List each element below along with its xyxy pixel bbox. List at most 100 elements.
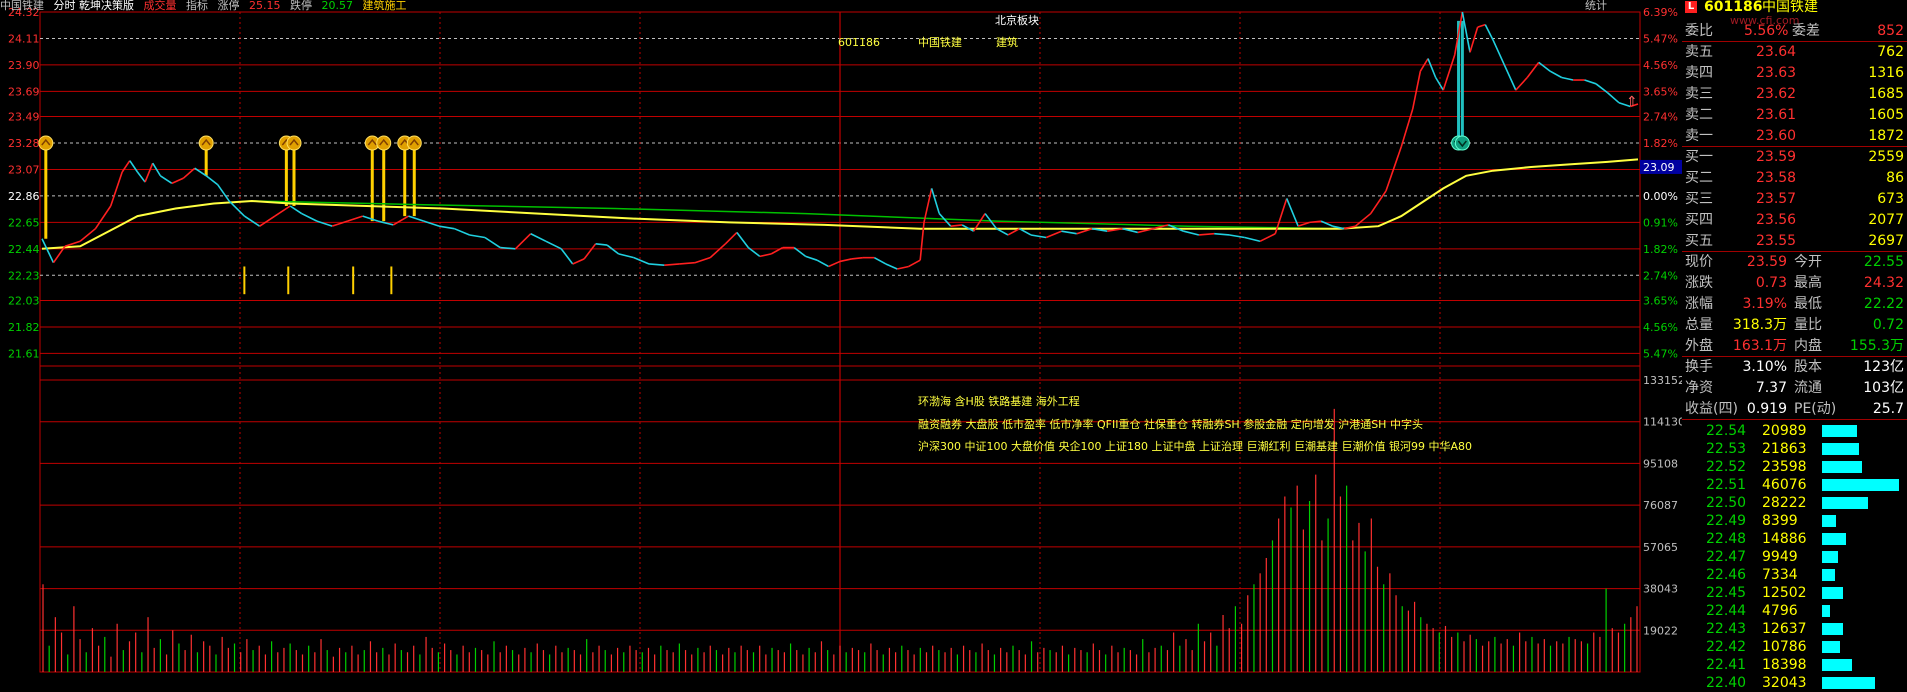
percent-axis: 6.39% 5.47% 4.56% 3.65% 2.74% 1.82% 0.91% 0.00%…	[1640, 6, 1682, 637]
ladder-price: 22.40	[1706, 675, 1747, 691]
ask-row[interactable]: 卖三 23.62 1685	[1682, 84, 1907, 105]
price-segment	[1400, 108, 1414, 148]
price-segment	[679, 261, 695, 265]
concept-line-2: 融资融券 大盘股 低市盈率 低市净率 QFII重仓 社保重仓 转融券SH 参股金…	[918, 417, 1423, 431]
percent-tick-label: 0.91%	[1643, 216, 1678, 229]
bid-price: 23.59	[1756, 149, 1797, 165]
price-tick-label: 23.90	[8, 59, 40, 72]
ladder-bar	[1822, 533, 1846, 545]
price-segment	[454, 227, 470, 236]
percent-tick-label: 0.00%	[1643, 190, 1678, 203]
price-volume-row: 22.43 12637	[1682, 620, 1907, 638]
quote-value-2: 155.3万	[1849, 338, 1904, 354]
signal-markers	[38, 20, 1470, 295]
header-chart-title[interactable]: 分时 乾坤决策版	[54, 0, 135, 12]
price-segment	[694, 256, 711, 264]
ladder-volume: 8399	[1762, 513, 1798, 529]
ladder-bar	[1822, 551, 1838, 563]
price-tick-label: 23.69	[8, 85, 40, 98]
ladder-bar	[1822, 515, 1836, 527]
price-segment	[423, 220, 440, 227]
price-volume-row: 22.51 46076	[1682, 476, 1907, 494]
quote-value-2: 24.32	[1863, 275, 1904, 291]
price-segment	[136, 171, 146, 183]
price-axis: 24.3224.1123.9023.6923.4923.2823.0722.86…	[8, 6, 40, 360]
quote-value: 163.1万	[1732, 338, 1787, 354]
price-segment	[1244, 236, 1261, 243]
ladder-bar	[1822, 587, 1843, 599]
ladder-bar	[1822, 569, 1835, 581]
price-segment	[94, 205, 112, 230]
bid-row[interactable]: 买三 23.57 673	[1682, 189, 1907, 210]
quote-row: 现价 23.59 今开 22.55	[1682, 252, 1907, 273]
fundamental-row: 净资 7.37 流通 103亿	[1682, 378, 1907, 399]
price-segment	[259, 215, 276, 227]
weibi-row: 委比 5.56% 委差 852	[1682, 21, 1907, 42]
header-limit-up-label: 涨停	[217, 0, 240, 12]
header-indicator-label[interactable]: 指标	[186, 0, 208, 12]
bid-row[interactable]: 买四 23.56 2077	[1682, 210, 1907, 231]
price-segment	[1061, 230, 1077, 235]
price-segment	[572, 258, 585, 265]
bid-row[interactable]: 买五 23.55 2697	[1682, 231, 1907, 252]
price-tick-label: 21.61	[8, 347, 40, 360]
bid-volume: 2559	[1868, 149, 1904, 165]
ladder-volume: 32043	[1762, 675, 1807, 691]
bid-row[interactable]: 买一 23.59 2559	[1682, 147, 1907, 168]
weibi-value: 5.56%	[1744, 23, 1789, 39]
bid-price: 23.56	[1756, 212, 1797, 228]
intraday-chart[interactable]: ⇑ 24.3224.1123.9023.6923.4923.2823.0722.…	[0, 0, 1682, 692]
bid-volume: 2077	[1868, 212, 1904, 228]
bid-price: 23.55	[1756, 233, 1797, 249]
ladder-price: 22.47	[1706, 549, 1747, 565]
level-badge-icon[interactable]: L	[1685, 1, 1697, 13]
price-segment	[41, 238, 55, 264]
ladder-volume: 12637	[1762, 621, 1807, 637]
bid-price: 23.58	[1756, 170, 1797, 186]
price-segment	[1229, 234, 1245, 239]
header-indicator-name[interactable]: 成交量	[144, 0, 177, 12]
ladder-bar	[1822, 677, 1875, 689]
price-volume-row: 22.48 14886	[1682, 530, 1907, 548]
price-volume-row: 22.53 21863	[1682, 440, 1907, 458]
price-segment	[347, 215, 363, 222]
percent-tick-label: 5.47%	[1643, 32, 1678, 45]
price-segment	[408, 215, 425, 222]
header-limit-down-value: 20.57	[321, 0, 354, 12]
quote-value: 3.19%	[1742, 296, 1787, 312]
ask-row[interactable]: 卖一 23.60 1872	[1682, 126, 1907, 147]
price-segment	[159, 175, 173, 184]
ladder-price: 22.43	[1706, 621, 1747, 637]
ladder-price: 22.52	[1706, 459, 1747, 475]
fund-value: 3.10%	[1742, 359, 1787, 375]
header-limit-down-label: 跌停	[290, 0, 312, 12]
price-tick-label: 23.49	[8, 111, 40, 124]
current-price-tag-label: 23.09	[1643, 161, 1675, 174]
stock-code-label: 601186	[838, 36, 880, 49]
price-segment	[331, 220, 348, 227]
chart-annotations: 北京板块 601186 中国铁建 建筑 环渤海 含H股 铁路基建 海外工程 融资…	[838, 13, 1472, 453]
percent-tick-label: 6.39%	[1643, 6, 1678, 19]
ask-volume: 1685	[1868, 86, 1904, 102]
ask-volume: 1872	[1868, 128, 1904, 144]
quote-row: 总量 318.3万 量比 0.72	[1682, 315, 1907, 336]
ladder-volume: 12502	[1762, 585, 1807, 601]
price-segment	[121, 160, 131, 173]
ask-label: 卖四	[1685, 65, 1713, 81]
ask-row[interactable]: 卖五 23.64 762	[1682, 42, 1907, 63]
price-segment	[1354, 212, 1372, 227]
header-sector[interactable]: 建筑施工	[363, 0, 407, 12]
quote-label: 涨跌	[1685, 275, 1713, 291]
stats-button[interactable]: 统计	[1585, 0, 1607, 12]
fund-value-2: 103亿	[1863, 380, 1904, 396]
ladder-bar	[1822, 623, 1843, 635]
ask-row[interactable]: 卖二 23.61 1605	[1682, 105, 1907, 126]
ladder-volume: 14886	[1762, 531, 1807, 547]
volume-tick-label: 133152	[1643, 374, 1682, 387]
bid-row[interactable]: 买二 23.58 86	[1682, 168, 1907, 189]
percent-tick-label: 2.74%	[1643, 269, 1678, 282]
quote-value: 318.3万	[1732, 317, 1787, 333]
ask-row[interactable]: 卖四 23.63 1316	[1682, 63, 1907, 84]
fund-value-2: 25.7	[1872, 401, 1904, 417]
panel-stock-code: 601186	[1704, 0, 1763, 15]
